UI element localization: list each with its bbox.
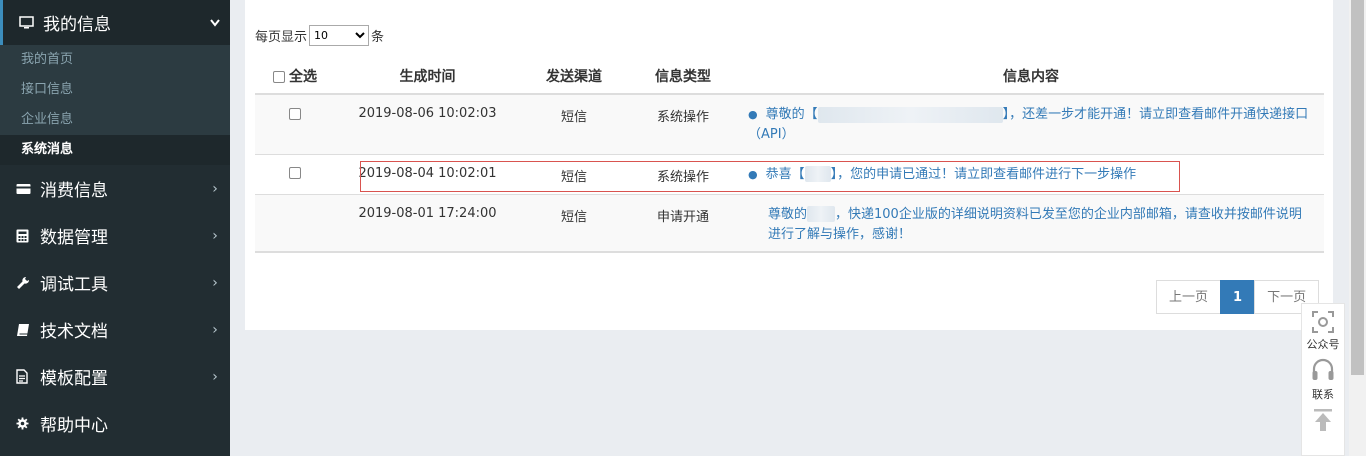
- menu-tech-docs[interactable]: 技术文档 ›: [0, 306, 230, 353]
- floating-toolbar: 公众号 联系: [1301, 303, 1345, 456]
- content-text-start: 尊敬的: [768, 206, 808, 222]
- row-checkbox[interactable]: [289, 107, 301, 120]
- wechat-label: 公众号: [1306, 338, 1340, 351]
- back-to-top-tool[interactable]: [1312, 408, 1334, 432]
- time-cell: 2019-08-04 10:02:01: [335, 153, 520, 194]
- channel-cell: 短信: [520, 93, 628, 154]
- sidebar-item-company-info[interactable]: 企业信息: [0, 105, 230, 135]
- bullet-icon: ●: [748, 167, 758, 181]
- contact-label: 联系: [1312, 388, 1334, 401]
- menu-help-center-label: 帮助中心: [40, 416, 108, 436]
- gear-icon: [16, 417, 34, 430]
- page-size-prefix: 每页显示: [255, 30, 308, 45]
- redacted-name: [807, 206, 836, 222]
- type-cell: 申请开通: [628, 193, 738, 253]
- message-panel: 每页显示 10 条 全选 生成时间 发送渠道 信息类型 信息内容 2019-08…: [245, 0, 1333, 330]
- sidebar: 我的信息 我的首页 接口信息 企业信息 系统消息 消费信息 › 数据管理 › 调…: [0, 0, 230, 456]
- channel-column-header: 发送渠道: [520, 58, 628, 95]
- menu-data-management[interactable]: 数据管理 ›: [0, 212, 230, 259]
- page-size-control: 每页显示 10 条: [255, 25, 384, 46]
- chevron-right-icon: ›: [212, 321, 218, 338]
- content-text-end: 】，您的申请已通过！请立即查看邮件进行下一步操作: [830, 166, 1137, 182]
- channel-cell: 短信: [520, 153, 628, 194]
- content-cell[interactable]: 尊敬的 ，快递100企业版的详细说明资料已发至您的企业内部邮箱，请查收并按邮件说明…: [738, 193, 1324, 253]
- sidebar-item-system-messages[interactable]: 系统消息: [0, 135, 230, 165]
- chevron-right-icon: ›: [212, 227, 218, 244]
- prev-page-button[interactable]: 上一页: [1156, 280, 1222, 314]
- document-icon: [16, 369, 34, 384]
- row-select-cell: [255, 93, 335, 154]
- sidebar-item-home[interactable]: 我的首页: [0, 45, 230, 75]
- menu-debug-tools-label: 调试工具: [40, 275, 108, 295]
- select-all-checkbox[interactable]: [273, 70, 285, 83]
- time-column-header: 生成时间: [335, 58, 520, 95]
- select-all-label: 全选: [289, 68, 317, 85]
- wrench-icon: [16, 276, 34, 290]
- monitor-icon: [19, 16, 37, 29]
- calculator-icon: [16, 229, 34, 243]
- redacted-name: [817, 106, 1003, 123]
- pagination: 上一页 1 下一页: [1156, 280, 1320, 314]
- menu-template-config-label: 模板配置: [40, 369, 108, 389]
- page-size-suffix: 条: [371, 30, 385, 45]
- time-cell: 2019-08-06 10:02:03: [335, 93, 520, 154]
- sidebar-item-api-info[interactable]: 接口信息: [0, 75, 230, 105]
- wechat-tool[interactable]: 公众号: [1307, 310, 1340, 352]
- content-cell[interactable]: ● 尊敬的【 】，还差一步才能开通！请立即查看邮件开通快递接口（API）: [738, 93, 1324, 154]
- table-row: 2019-08-04 10:02:01 短信 系统操作 ● 恭喜【 】，您的申请已通…: [255, 153, 1324, 194]
- my-info-submenu: 我的首页 接口信息 企业信息 系统消息: [0, 45, 230, 165]
- menu-help-center[interactable]: 帮助中心: [0, 400, 230, 447]
- page-1-button[interactable]: 1: [1220, 280, 1256, 314]
- content-text-start: 尊敬的【: [765, 107, 818, 122]
- bullet-icon: ●: [748, 108, 758, 121]
- menu-tech-docs-label: 技术文档: [40, 322, 108, 342]
- chevron-right-icon: ›: [212, 180, 218, 197]
- menu-data-management-label: 数据管理: [40, 228, 108, 248]
- chevron-down-icon: [200, 16, 230, 30]
- row-select-cell: [255, 193, 335, 253]
- book-icon: [16, 323, 34, 337]
- content-text-start: 恭喜【: [765, 166, 805, 182]
- headset-icon: [1312, 358, 1334, 380]
- channel-cell: 短信: [520, 193, 628, 253]
- chevron-right-icon: ›: [212, 368, 218, 385]
- table-header-row: 全选 生成时间 发送渠道 信息类型 信息内容: [255, 58, 1324, 95]
- select-all-header[interactable]: 全选: [255, 58, 335, 95]
- chevron-right-icon: ›: [212, 274, 218, 291]
- messages-table: 全选 生成时间 发送渠道 信息类型 信息内容 2019-08-06 10:02:…: [255, 58, 1324, 253]
- menu-consumption-label: 消费信息: [40, 181, 108, 201]
- type-cell: 系统操作: [628, 93, 738, 154]
- type-cell: 系统操作: [628, 153, 738, 194]
- redacted-name: [804, 166, 831, 182]
- content-column-header: 信息内容: [738, 58, 1324, 95]
- time-cell: 2019-08-01 17:24:00: [335, 193, 520, 253]
- credit-card-icon: [16, 183, 34, 195]
- contact-tool[interactable]: 联系: [1311, 358, 1335, 402]
- content-cell[interactable]: ● 恭喜【 】，您的申请已通过！请立即查看邮件进行下一步操作: [738, 153, 1324, 194]
- menu-my-info[interactable]: 我的信息: [0, 0, 230, 45]
- content-text-end: ，快递100企业版的详细说明资料已发至您的企业内部邮箱，请查收并按邮件说明进行了…: [768, 206, 1302, 242]
- page-size-select[interactable]: 10: [309, 25, 370, 46]
- menu-template-config[interactable]: 模板配置 ›: [0, 353, 230, 400]
- table-row: 2019-08-06 10:02:03 短信 系统操作 ● 尊敬的【 】，还差一步才…: [255, 93, 1324, 154]
- scrollbar-thumb[interactable]: [1351, 0, 1364, 375]
- menu-consumption[interactable]: 消费信息 ›: [0, 165, 230, 212]
- qr-scan-icon: [1312, 311, 1334, 333]
- type-column-header: 信息类型: [628, 58, 738, 95]
- menu-debug-tools[interactable]: 调试工具 ›: [0, 259, 230, 306]
- menu-my-info-label: 我的信息: [43, 15, 111, 35]
- row-select-cell: [255, 153, 335, 194]
- table-row: 2019-08-01 17:24:00 短信 申请开通 尊敬的 ，快递100企业版…: [255, 193, 1324, 253]
- row-checkbox[interactable]: [289, 167, 301, 179]
- arrow-up-icon: [1314, 409, 1332, 431]
